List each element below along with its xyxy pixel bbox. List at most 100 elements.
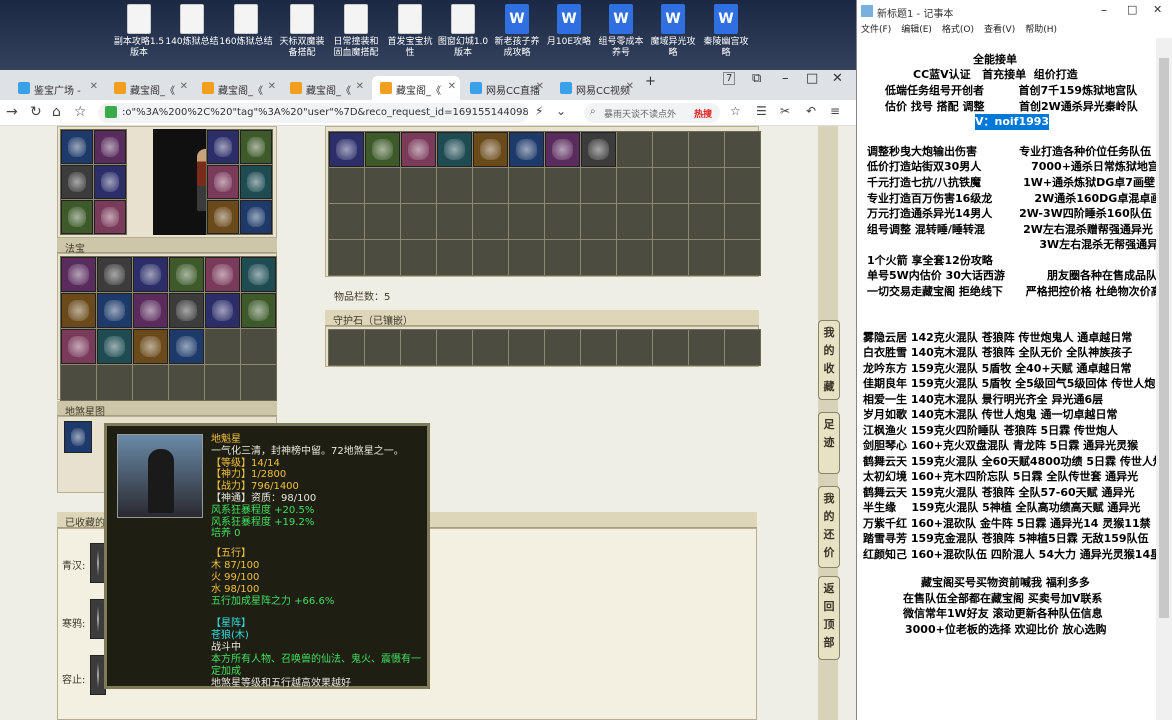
item-slot[interactable] xyxy=(169,329,204,364)
item-slot[interactable] xyxy=(207,165,239,199)
item-slot[interactable] xyxy=(401,132,436,167)
desktop-icon[interactable]: W 组号零成本 养号 xyxy=(593,4,649,68)
desktop-icon[interactable]: W 秦陵幽宫攻 略 xyxy=(698,4,754,68)
item-slot[interactable] xyxy=(97,257,132,292)
browser-tab[interactable]: 藏宝阁_《 ✕ xyxy=(282,76,368,100)
empty-slot[interactable] xyxy=(133,365,168,400)
item-slot[interactable] xyxy=(509,132,544,167)
empty-slot[interactable] xyxy=(473,168,508,203)
notepad-menu-item[interactable]: 查看(V) xyxy=(984,25,1015,35)
empty-slot[interactable] xyxy=(509,168,544,203)
desktop-icon[interactable]: 160炼狱总结 xyxy=(218,4,274,68)
empty-slot[interactable] xyxy=(473,204,508,239)
hot-badge[interactable]: 热搜 xyxy=(694,107,712,120)
empty-slot[interactable] xyxy=(329,330,364,365)
empty-slot[interactable] xyxy=(401,204,436,239)
item-slot[interactable] xyxy=(61,329,96,364)
browser-tab[interactable]: 网易CC视频 ✕ xyxy=(552,76,638,100)
item-slot[interactable] xyxy=(365,132,400,167)
lightning-icon[interactable]: ⚡ xyxy=(535,104,543,118)
desktop-icon[interactable]: 天标双魔装 备搭配 xyxy=(274,4,330,68)
item-slot[interactable] xyxy=(240,200,272,234)
desktop-icon[interactable]: 140炼狱总结 xyxy=(164,4,220,68)
item-slot[interactable] xyxy=(94,200,126,234)
np-minimize-button[interactable]: – xyxy=(1101,3,1107,17)
item-slot[interactable] xyxy=(169,257,204,292)
item-slot[interactable] xyxy=(437,132,472,167)
empty-slot[interactable] xyxy=(617,204,652,239)
empty-slot[interactable] xyxy=(545,168,580,203)
desktop-icon[interactable]: W 魔域异光攻 略 xyxy=(645,4,701,68)
browser-tab[interactable]: 藏宝阁_《 ✕ xyxy=(194,76,280,100)
item-slot[interactable] xyxy=(240,165,272,199)
desktop-icon[interactable]: W 新老孩子养 成攻略 xyxy=(489,4,545,68)
item-slot[interactable] xyxy=(205,293,240,328)
empty-slot[interactable] xyxy=(725,330,760,365)
desktop-icon[interactable]: 首发宝宝抗 性 xyxy=(382,4,438,68)
empty-slot[interactable] xyxy=(689,132,724,167)
empty-slot[interactable] xyxy=(329,204,364,239)
empty-slot[interactable] xyxy=(437,240,472,275)
window-count[interactable]: 7 xyxy=(723,72,736,85)
minimize-button[interactable]: – xyxy=(782,71,789,86)
undo-icon[interactable]: ↶ xyxy=(806,104,816,118)
desktop-icon[interactable]: W 月10E攻略 xyxy=(541,4,597,68)
empty-slot[interactable] xyxy=(329,240,364,275)
empty-slot[interactable] xyxy=(401,168,436,203)
star-icon[interactable]: ☆ xyxy=(730,104,741,118)
notepad-menu-item[interactable]: 格式(O) xyxy=(942,25,974,35)
browser-tab[interactable]: 鉴宝广场 - ✕ xyxy=(10,76,102,100)
browser-tab[interactable]: 藏宝阁_《 ✕ xyxy=(106,76,192,100)
empty-slot[interactable] xyxy=(509,240,544,275)
tab-close-icon[interactable]: ✕ xyxy=(268,81,276,92)
maximize-button[interactable]: □ xyxy=(806,71,818,86)
tab-close-icon[interactable]: ✕ xyxy=(90,81,98,92)
empty-slot[interactable] xyxy=(725,132,760,167)
notepad-menu-item[interactable]: 帮助(H) xyxy=(1025,25,1057,35)
empty-slot[interactable] xyxy=(617,132,652,167)
empty-slot[interactable] xyxy=(473,330,508,365)
empty-slot[interactable] xyxy=(581,204,616,239)
empty-slot[interactable] xyxy=(725,240,760,275)
item-slot[interactable] xyxy=(61,293,96,328)
tab-close-icon[interactable]: ✕ xyxy=(626,81,634,92)
item-slot[interactable] xyxy=(205,257,240,292)
notepad-menu-item[interactable]: 文件(F) xyxy=(861,25,891,35)
empty-slot[interactable] xyxy=(401,240,436,275)
item-slot[interactable] xyxy=(241,257,276,292)
item-slot[interactable] xyxy=(241,293,276,328)
empty-slot[interactable] xyxy=(617,330,652,365)
desktop-icon[interactable]: 图窗幻城1.0 版本 xyxy=(435,4,491,68)
empty-slot[interactable] xyxy=(653,168,688,203)
empty-slot[interactable] xyxy=(329,168,364,203)
notepad-text-area[interactable]: 全能接单 CC蓝V认证 首充接单 组价打造 低端任务组号开创者 首创7千159炼狱地… xyxy=(857,38,1169,720)
tab-close-icon[interactable]: ✕ xyxy=(536,81,544,92)
item-slot[interactable] xyxy=(207,130,239,164)
tab-close-icon[interactable]: ✕ xyxy=(356,81,364,92)
item-slot[interactable] xyxy=(94,165,126,199)
empty-slot[interactable] xyxy=(545,330,580,365)
my-counteroffer-button[interactable]: 我的还价 xyxy=(818,486,840,568)
empty-slot[interactable] xyxy=(653,204,688,239)
item-slot[interactable] xyxy=(94,130,126,164)
empty-slot[interactable] xyxy=(205,365,240,400)
item-slot[interactable] xyxy=(61,130,93,164)
close-button[interactable]: ✕ xyxy=(832,71,843,86)
empty-slot[interactable] xyxy=(509,204,544,239)
empty-slot[interactable] xyxy=(241,365,276,400)
empty-slot[interactable] xyxy=(653,132,688,167)
empty-slot[interactable] xyxy=(241,329,276,364)
empty-slot[interactable] xyxy=(689,204,724,239)
empty-slot[interactable] xyxy=(581,168,616,203)
item-slot[interactable] xyxy=(61,165,93,199)
empty-slot[interactable] xyxy=(509,330,544,365)
item-slot[interactable] xyxy=(133,257,168,292)
menu-icon[interactable]: ☰ xyxy=(756,104,767,118)
empty-slot[interactable] xyxy=(97,365,132,400)
empty-slot[interactable] xyxy=(689,168,724,203)
empty-slot[interactable] xyxy=(437,168,472,203)
empty-slot[interactable] xyxy=(581,330,616,365)
back-icon[interactable]: → xyxy=(6,104,18,120)
history-icon[interactable]: ☆ xyxy=(74,104,87,120)
empty-slot[interactable] xyxy=(437,204,472,239)
